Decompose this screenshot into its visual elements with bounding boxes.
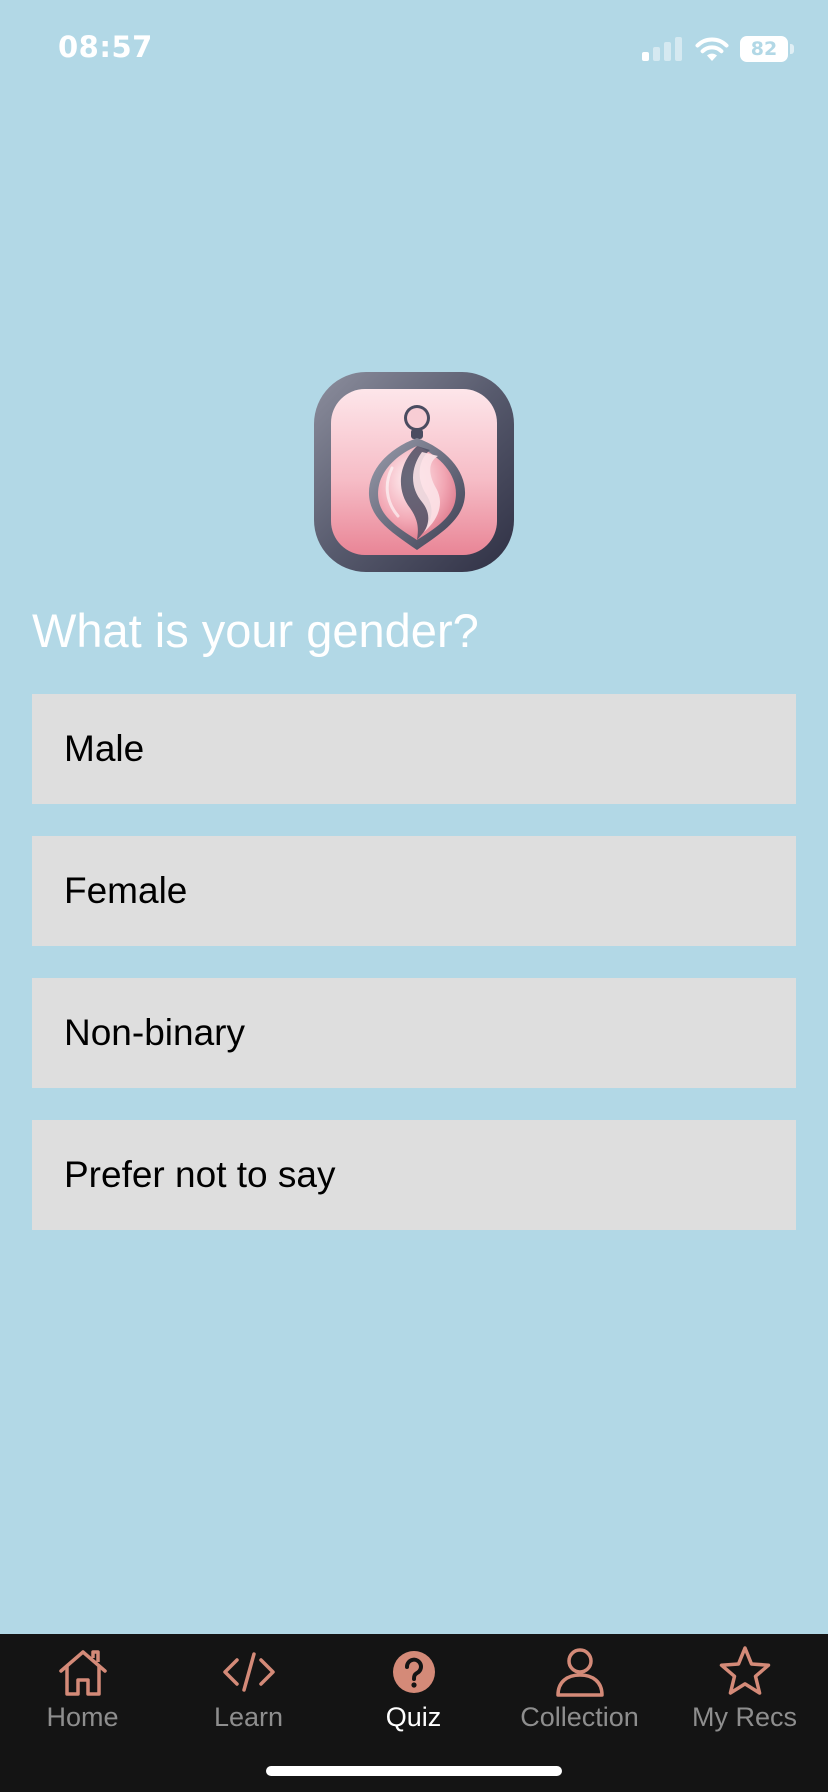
tab-collection-label: Collection xyxy=(520,1702,639,1732)
tab-home[interactable]: Home xyxy=(0,1634,165,1744)
option-prefer-not-to-say[interactable]: Prefer not to say xyxy=(32,1120,796,1230)
tab-collection[interactable]: Collection xyxy=(497,1634,662,1744)
tab-home-label: Home xyxy=(46,1702,119,1732)
tab-quiz-label: Quiz xyxy=(385,1702,442,1732)
tab-quiz[interactable]: Quiz xyxy=(331,1634,496,1744)
option-non-binary[interactable]: Non-binary xyxy=(32,978,796,1088)
perfume-bottle-icon xyxy=(314,372,514,572)
question-title: What is your gender? xyxy=(32,604,479,657)
person-icon xyxy=(555,1648,604,1697)
battery-icon: 82 xyxy=(740,36,788,62)
cellular-signal-icon xyxy=(642,37,682,61)
quiz-screen: 08:57 82 What is your gender? Male Femal… xyxy=(0,0,828,1792)
code-icon xyxy=(222,1652,275,1692)
tab-learn-label: Learn xyxy=(213,1702,284,1732)
question-circle-icon xyxy=(392,1651,435,1693)
home-indicator[interactable] xyxy=(266,1766,562,1776)
wifi-icon xyxy=(695,37,729,61)
option-male[interactable]: Male xyxy=(32,694,796,804)
option-female[interactable]: Female xyxy=(32,836,796,946)
home-icon xyxy=(58,1650,107,1696)
battery-level: 82 xyxy=(750,38,778,60)
battery-cap xyxy=(790,44,794,54)
status-icons: 82 xyxy=(642,34,794,64)
star-icon xyxy=(719,1646,770,1695)
status-time: 08:57 xyxy=(58,30,153,64)
tab-my-recs[interactable]: My Recs xyxy=(662,1634,827,1744)
tab-my-recs-label: My Recs xyxy=(691,1702,797,1732)
tab-learn[interactable]: Learn xyxy=(166,1634,331,1744)
